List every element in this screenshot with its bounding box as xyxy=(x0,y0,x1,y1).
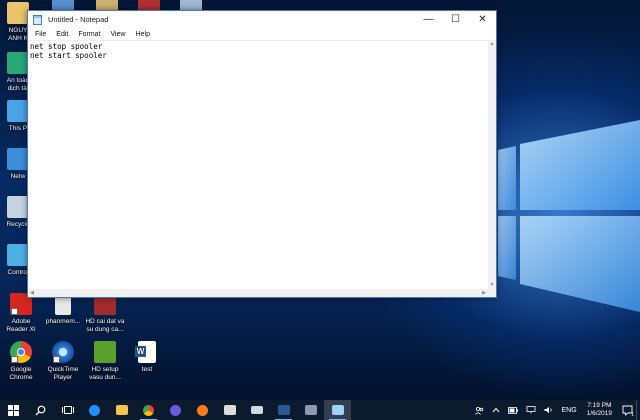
resize-grip[interactable] xyxy=(488,289,496,297)
firefox-dev-icon xyxy=(170,404,181,416)
search-button[interactable] xyxy=(27,400,54,420)
scroll-left-icon[interactable]: ◀ xyxy=(28,289,36,297)
clock-time: 7:19 PM xyxy=(587,402,612,409)
menu-help[interactable]: Help xyxy=(131,31,155,38)
horizontal-scrollbar[interactable]: ◀ ▶ xyxy=(28,289,488,297)
text-line: net start spooler xyxy=(30,51,107,60)
user-folder-icon xyxy=(7,2,29,24)
windows-icon xyxy=(8,404,19,416)
notepad-app-icon xyxy=(33,14,42,25)
task-view-icon xyxy=(61,406,74,414)
action-center-button[interactable]: 1 xyxy=(618,400,636,420)
shortcut-arrow-icon xyxy=(11,308,18,315)
menu-file[interactable]: File xyxy=(30,31,51,38)
network-icon[interactable] xyxy=(522,406,540,414)
system-tray: ENG 7:19 PM 1/6/2019 1 xyxy=(471,400,640,420)
taskbar-edge[interactable] xyxy=(81,400,108,420)
show-desktop-button[interactable] xyxy=(636,400,640,420)
scroll-up-icon[interactable]: ▲ xyxy=(488,40,496,48)
task-view-button[interactable] xyxy=(54,400,81,420)
vertical-scrollbar[interactable]: ▲ ▼ xyxy=(488,40,496,289)
text-editor-area[interactable]: net stop spooler net start spooler xyxy=(28,40,488,289)
battery-icon[interactable] xyxy=(504,406,522,414)
taskbar-mail[interactable] xyxy=(243,400,270,420)
people-icon[interactable] xyxy=(471,406,488,415)
clock-date: 1/6/2019 xyxy=(586,410,612,417)
taskbar: ENG 7:19 PM 1/6/2019 1 xyxy=(0,400,640,420)
app-icon xyxy=(304,405,317,415)
menu-bar: File Edit Format View Help xyxy=(28,28,496,40)
taskbar-notepad[interactable] xyxy=(324,400,351,420)
taskbar-word[interactable] xyxy=(270,400,297,420)
search-icon xyxy=(35,405,46,415)
minimize-button[interactable]: — xyxy=(415,11,442,28)
scroll-down-icon[interactable]: ▼ xyxy=(488,281,496,289)
desktop-icon-hd-cai-dat[interactable]: HD cai dat va su dung ca... xyxy=(79,293,131,334)
text-line: net stop spooler xyxy=(30,42,103,51)
word-icon xyxy=(277,405,290,415)
notification-count: 1 xyxy=(631,412,634,418)
notepad-titlebar[interactable]: Untitled - Notepad — ☐ ✕ xyxy=(28,11,496,28)
taskbar-firefox-dev[interactable] xyxy=(162,400,189,420)
desktop-icon-label: test xyxy=(141,366,153,373)
scroll-right-icon[interactable]: ▶ xyxy=(480,289,488,297)
desktop: NGUY ANH K An toàn dịch tài This P Netw … xyxy=(0,0,640,400)
language-indicator[interactable]: ENG xyxy=(558,407,581,414)
shortcut-arrow-icon xyxy=(53,356,60,363)
security-app-icon xyxy=(7,52,29,74)
menu-view[interactable]: View xyxy=(106,31,131,38)
chrome-icon xyxy=(10,341,32,363)
taskbar-store[interactable] xyxy=(216,400,243,420)
menu-format[interactable]: Format xyxy=(73,31,105,38)
volume-icon[interactable] xyxy=(540,406,558,414)
this-pc-icon xyxy=(7,100,29,122)
start-button[interactable] xyxy=(0,400,27,420)
firefox-icon xyxy=(197,404,208,416)
clock[interactable]: 7:19 PM 1/6/2019 xyxy=(581,402,618,418)
folder-icon xyxy=(115,405,128,415)
desktop-icon-label: HD cai dat va su dung ca... xyxy=(85,318,125,333)
video-file-icon xyxy=(94,341,116,363)
recycle-bin-icon xyxy=(7,196,29,218)
word-doc-icon: W xyxy=(135,341,156,363)
taskbar-explorer[interactable] xyxy=(108,400,135,420)
close-button[interactable]: ✕ xyxy=(469,11,496,28)
network-icon xyxy=(7,148,29,170)
windows-wallpaper-logo xyxy=(498,120,640,312)
store-icon xyxy=(223,405,236,415)
desktop-icon-test-doc[interactable]: W test xyxy=(121,341,173,374)
mail-icon xyxy=(250,406,263,414)
taskbar-app[interactable] xyxy=(297,400,324,420)
edge-icon xyxy=(89,404,100,416)
chrome-icon xyxy=(143,404,154,416)
notepad-window[interactable]: Untitled - Notepad — ☐ ✕ File Edit Forma… xyxy=(27,10,497,298)
chevron-up-icon[interactable] xyxy=(488,407,504,413)
taskbar-chrome[interactable] xyxy=(135,400,162,420)
menu-edit[interactable]: Edit xyxy=(51,31,73,38)
control-panel-icon xyxy=(7,244,29,266)
shortcut-arrow-icon xyxy=(11,356,18,363)
quicktime-icon xyxy=(52,341,74,363)
notepad-icon xyxy=(331,405,344,415)
taskbar-firefox[interactable] xyxy=(189,400,216,420)
window-title: Untitled - Notepad xyxy=(48,15,109,24)
maximize-button[interactable]: ☐ xyxy=(442,11,469,28)
